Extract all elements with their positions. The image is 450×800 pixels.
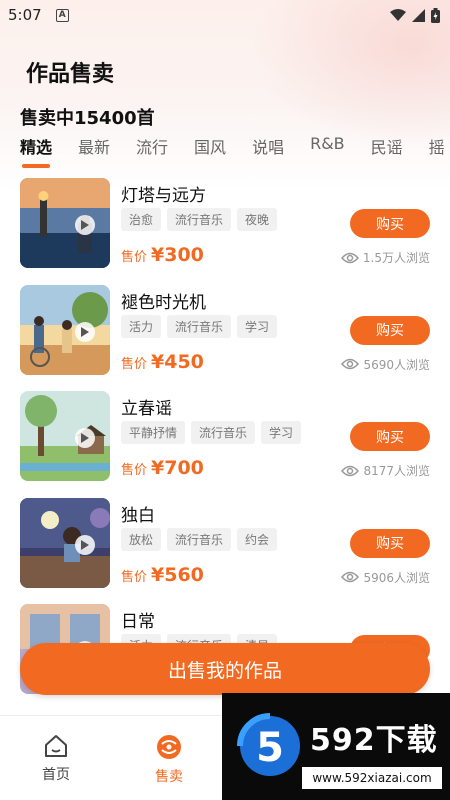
view-count: 1.5万人浏览 [340,249,430,266]
list-item[interactable]: 独白 放松 流行音乐 约会 购买 售价 ¥560 5906人浏览 [0,496,450,603]
buy-button[interactable]: 购买 [350,315,430,345]
tag: 约会 [237,527,278,551]
tab-pop[interactable]: 流行 [136,134,168,168]
tab-rock[interactable]: 摇 [429,134,445,168]
sell-my-work-button[interactable]: 出售我的作品 [20,643,430,695]
category-tabs: 精选 最新 流行 国风 说唱 R&B 民谣 摇 [20,134,450,168]
price-label: 售价 [121,463,148,478]
notification-a-icon: A [55,8,69,22]
watermark-logo-text: 592下载 [310,723,438,758]
play-icon[interactable] [75,534,95,555]
play-icon[interactable] [75,428,95,448]
cover-image[interactable] [20,391,110,481]
page-title: 作品售卖 [26,62,115,87]
tag: 放松 [121,527,162,551]
price: 售价 ¥700 [121,457,204,479]
eye-icon [341,465,360,476]
status-time: 5:07 [8,6,42,24]
tag: 流行音乐 [191,421,256,444]
play-icon[interactable] [75,321,95,342]
view-count-text: 5906人浏览 [363,570,430,585]
tag-list: 放松 流行音乐 约会 [121,527,278,551]
tag-list: 活力 流行音乐 学习 [121,314,278,338]
tab-featured[interactable]: 精选 [20,134,52,168]
price: 售价 ¥560 [121,564,204,586]
tab-rap[interactable]: 说唱 [252,134,284,168]
signal-icon [412,8,425,22]
svg-text:5: 5 [256,725,284,771]
nav-sell[interactable]: 售卖 [139,734,199,786]
tag: 夜晚 [237,208,278,231]
tag-list: 平静抒情 流行音乐 学习 [121,421,302,444]
work-title: 灯塔与远方 [121,186,206,206]
works-list: 灯塔与远方 治愈 流行音乐 夜晚 购买 售价 ¥300 1.5万人浏览 褪色时光… [0,176,450,709]
eye-icon [341,358,360,370]
tab-folk[interactable]: 民谣 [371,134,403,168]
price-value: ¥700 [151,457,204,479]
list-item[interactable]: 灯塔与远方 治愈 流行音乐 夜晚 购买 售价 ¥300 1.5万人浏览 [0,176,450,283]
eye-icon [340,252,359,263]
view-count: 5906人浏览 [341,569,430,586]
price: 售价 ¥450 [121,351,204,373]
on-sale-count: 售卖中15400首 [20,108,155,129]
price-label: 售价 [121,250,148,265]
tab-latest[interactable]: 最新 [78,134,110,168]
price-value: ¥450 [151,350,204,373]
tab-rnb[interactable]: R&B [310,134,345,168]
tag: 活力 [121,314,162,338]
buy-button[interactable]: 购买 [350,528,430,558]
view-count: 8177人浏览 [341,462,430,479]
view-count-text: 5690人浏览 [363,357,430,372]
tag: 流行音乐 [167,208,232,231]
play-icon[interactable] [75,215,95,235]
cover-image[interactable] [20,284,110,375]
price-label: 售价 [121,356,148,372]
list-item[interactable]: 褪色时光机 活力 流行音乐 学习 购买 售价 ¥450 5690人浏览 [0,283,450,390]
nav-home[interactable]: 首页 [26,734,86,784]
site-watermark: 5 592下载 www.592xiazai.com [222,693,450,800]
view-count: 5690人浏览 [341,356,430,373]
tag: 流行音乐 [167,527,232,551]
nav-home-label: 首页 [42,767,70,783]
view-count-text: 1.5万人浏览 [362,251,430,265]
watermark-url: www.592xiazai.com [302,767,442,789]
home-icon [45,735,67,757]
eye-icon [341,571,360,583]
view-count-text: 8177人浏览 [363,464,430,478]
tag: 流行音乐 [167,314,232,338]
buy-button[interactable]: 购买 [350,422,430,451]
price-value: ¥560 [151,563,204,586]
price-label: 售价 [121,569,148,585]
disc-icon [157,735,181,759]
price-value: ¥300 [151,244,204,266]
tab-guofeng[interactable]: 国风 [194,134,226,168]
nav-sell-label: 售卖 [155,769,183,785]
cover-image[interactable] [20,178,110,268]
work-title: 独白 [121,505,155,526]
list-item[interactable]: 立春谣 平静抒情 流行音乐 学习 购买 售价 ¥700 8177人浏览 [0,389,450,496]
work-title: 日常 [121,612,155,632]
wifi-icon [390,8,406,21]
price: 售价 ¥300 [121,244,204,266]
cover-image[interactable] [20,497,110,588]
tag: 治愈 [121,208,162,231]
buy-button[interactable]: 购买 [350,209,430,238]
battery-icon [431,7,440,23]
status-bar: 5:07 A [0,0,450,30]
work-title: 褪色时光机 [121,292,206,313]
tag: 学习 [237,314,278,338]
watermark-logo-mark: 5 [237,713,300,776]
tag: 学习 [261,421,302,444]
tag: 平静抒情 [121,421,186,444]
work-title: 立春谣 [121,399,172,419]
tag-list: 治愈 流行音乐 夜晚 [121,208,278,231]
